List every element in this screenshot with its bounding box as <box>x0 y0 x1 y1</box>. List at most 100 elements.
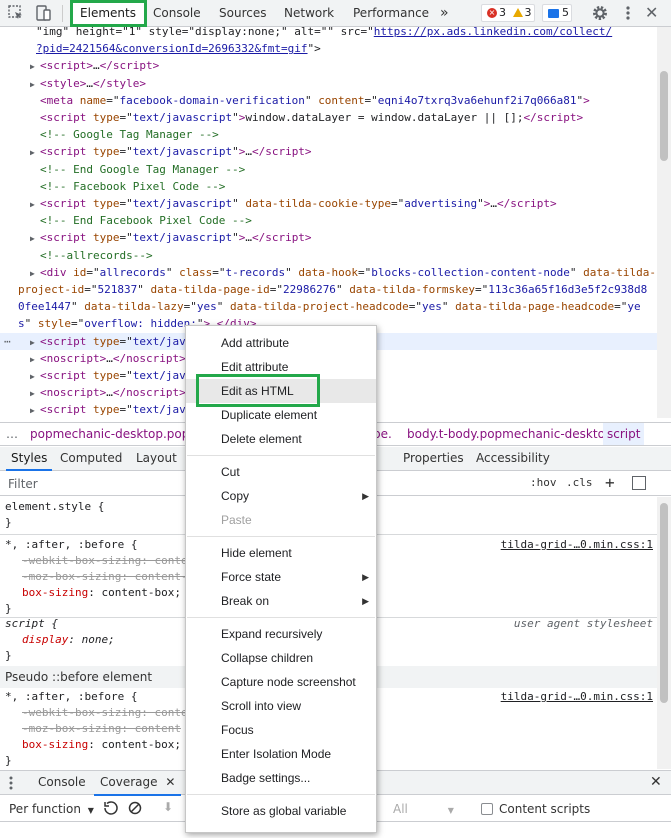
more-tabs-button[interactable]: » <box>432 0 457 27</box>
dom-node[interactable]: <meta name="facebook-domain-verification… <box>0 92 657 109</box>
tab-elements[interactable]: Elements <box>71 0 145 27</box>
dom-node[interactable]: ?pid=2421564&conversionId=2696332&fmt=gi… <box>0 40 657 57</box>
menu-item-focus[interactable]: Focus <box>186 718 376 742</box>
dom-node[interactable]: "img" height="1" style="display:none;" a… <box>0 27 657 40</box>
rule-source-link[interactable]: tilda-grid-…0.min.css:1 <box>501 689 653 705</box>
dom-node[interactable]: ▶ <script type="text/javascript">…</scrip… <box>0 229 657 246</box>
drawer-tab-coverage[interactable]: Coverage ✕ <box>94 771 182 796</box>
menu-item-label: Add attribute <box>221 336 290 350</box>
dom-node-markup: ▶ <script type="text/jav <box>30 403 186 417</box>
menu-item-collapse-children[interactable]: Collapse children <box>186 646 376 670</box>
menu-item-hide-element[interactable]: Hide element <box>186 541 376 565</box>
tab-layout[interactable]: Layout <box>131 447 182 469</box>
per-function-select[interactable]: Per function ▼ <box>9 802 94 816</box>
close-tab-icon[interactable]: ✕ <box>165 775 175 789</box>
rule-source-link[interactable]: tilda-grid-…0.min.css:1 <box>501 537 653 553</box>
export-icon[interactable]: ⬇ <box>163 800 173 814</box>
tab-console-label: Console <box>153 6 201 20</box>
type-filter-select[interactable]: All ▼ <box>393 802 454 816</box>
menu-separator <box>187 455 375 456</box>
menu-item-scroll-into-view[interactable]: Scroll into view <box>186 694 376 718</box>
breadcrumb-item-body[interactable]: body.t-body.popmechanic-desktop <box>407 423 613 445</box>
close-devtools-icon[interactable]: ✕ <box>645 3 665 23</box>
dom-node[interactable]: ▶ <script type="text/javascript" data-til… <box>0 195 657 212</box>
menu-item-badge-settings[interactable]: Badge settings... <box>186 766 376 790</box>
tab-sources-label: Sources <box>219 6 267 20</box>
overridden-property-moz[interactable]: -moz-box-sizing: content- <box>22 569 188 585</box>
device-toolbar-icon[interactable] <box>33 3 53 23</box>
breadcrumb-item-html[interactable]: popmechanic-desktop.popme <box>30 423 208 445</box>
dom-tree-scroll-thumb[interactable] <box>660 71 668 161</box>
property-box-sizing[interactable]: box-sizing: content-box; <box>22 585 181 601</box>
breadcrumb-item-script[interactable]: script <box>603 423 645 445</box>
drawer-more-icon[interactable] <box>9 776 13 793</box>
dom-node[interactable]: <!-- End Facebook Pixel Code --> <box>0 212 657 229</box>
menu-item-label: Store as global variable <box>221 804 347 818</box>
dom-node-markup: "img" height="1" style="display:none;" a… <box>36 27 613 38</box>
hover-state-toggle[interactable]: :hov <box>530 476 557 489</box>
tab-styles[interactable]: Styles <box>6 447 53 471</box>
dom-node[interactable]: ▶ <script type="text/javascript">…</scrip… <box>0 143 657 160</box>
tab-sources[interactable]: Sources <box>211 0 274 27</box>
dom-node[interactable]: <script type="text/javascript">window.da… <box>0 109 657 126</box>
overridden-property-moz[interactable]: -moz-box-sizing: content <box>22 721 181 737</box>
menu-item-force-state[interactable]: Force state ▶ <box>186 565 376 589</box>
more-vertical-icon[interactable] <box>618 3 638 23</box>
issues-badge[interactable]: × 3 3 <box>481 4 535 22</box>
menu-item-duplicate-element[interactable]: Duplicate element <box>186 403 376 427</box>
dom-node[interactable]: ▶ <style>…</style> <box>0 75 657 92</box>
toggle-sidebar-icon[interactable] <box>632 476 646 490</box>
dom-node[interactable]: ▶ <script>…</script> <box>0 57 657 74</box>
tab-properties[interactable]: Properties <box>398 447 469 469</box>
property-box-sizing[interactable]: box-sizing: content-box; <box>22 737 181 753</box>
dom-node[interactable]: project-id="521837" data-tilda-page-id="… <box>0 281 657 298</box>
chevron-down-icon: ▼ <box>87 806 94 815</box>
rule-selector-script[interactable]: script { <box>5 616 58 632</box>
submenu-arrow-icon: ▶ <box>362 572 369 582</box>
rule-selector-universal-before[interactable]: *, :after, :before { <box>5 689 137 705</box>
menu-item-store-as-global-variable[interactable]: Store as global variable <box>186 799 376 823</box>
dom-node[interactable]: <!-- End Google Tag Manager --> <box>0 161 657 178</box>
styles-filter-input[interactable]: Filter <box>8 477 38 491</box>
dom-node[interactable]: ▶ <div id="allrecords" class="t-records" … <box>0 264 657 281</box>
dom-node[interactable]: <!--allrecords--> <box>0 247 657 264</box>
rule-selector-element-style[interactable]: element.style { <box>5 499 104 515</box>
start-recording-icon[interactable] <box>104 801 118 818</box>
dom-node[interactable]: <!-- Facebook Pixel Code --> <box>0 178 657 195</box>
node-actions-icon[interactable]: ⋯ <box>4 333 11 350</box>
menu-item-expand-recursively[interactable]: Expand recursively <box>186 622 376 646</box>
rule-selector-universal[interactable]: *, :after, :before { <box>5 537 137 553</box>
tab-accessibility[interactable]: Accessibility <box>471 447 555 469</box>
tab-computed[interactable]: Computed <box>55 447 127 469</box>
menu-item-break-on[interactable]: Break on ▶ <box>186 589 376 613</box>
tab-console[interactable]: Console <box>145 0 209 27</box>
menu-item-add-attribute[interactable]: Add attribute <box>186 331 376 355</box>
dom-node[interactable]: <!-- Google Tag Manager --> <box>0 126 657 143</box>
new-rule-button[interactable]: + <box>605 473 615 492</box>
inspect-element-icon[interactable] <box>6 3 26 23</box>
menu-separator <box>187 536 375 537</box>
close-drawer-icon[interactable]: ✕ <box>650 774 662 790</box>
tab-performance[interactable]: Performance <box>345 0 437 27</box>
style-rules-scroll-thumb[interactable] <box>660 503 668 703</box>
overridden-property-webkit[interactable]: -webkit-box-sizing: conte <box>22 553 188 569</box>
menu-item-copy[interactable]: Copy ▶ <box>186 484 376 508</box>
breadcrumb-ellipsis[interactable]: … <box>6 423 18 445</box>
clear-icon[interactable] <box>128 801 142 818</box>
messages-badge[interactable]: 5 <box>542 4 572 22</box>
content-scripts-checkbox[interactable] <box>481 803 493 815</box>
menu-item-delete-element[interactable]: Delete element <box>186 427 376 451</box>
dom-node[interactable]: 0fee1447" data-tilda-lazy="yes" data-til… <box>0 298 657 315</box>
menu-item-label: Cut <box>221 465 240 479</box>
overridden-property-webkit[interactable]: -webkit-box-sizing: content <box>22 705 201 721</box>
menu-item-capture-node-screenshot[interactable]: Capture node screenshot <box>186 670 376 694</box>
settings-gear-icon[interactable] <box>590 3 610 23</box>
tab-network[interactable]: Network <box>276 0 342 27</box>
submenu-arrow-icon: ▶ <box>362 596 369 606</box>
menu-item-cut[interactable]: Cut <box>186 460 376 484</box>
drawer-tab-console[interactable]: Console <box>38 771 86 794</box>
class-toggle[interactable]: .cls <box>566 476 593 489</box>
menu-item-enter-isolation-mode[interactable]: Enter Isolation Mode <box>186 742 376 766</box>
dom-tree-scrollbar[interactable] <box>657 27 671 418</box>
style-rules-scrollbar[interactable] <box>657 497 671 769</box>
